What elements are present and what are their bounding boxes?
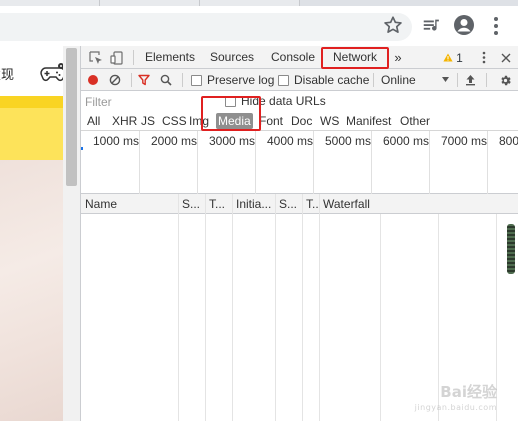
toolbar-separator bbox=[182, 73, 183, 87]
media-filter-highlight bbox=[201, 96, 261, 131]
page-scrollbar-thumb[interactable] bbox=[66, 48, 77, 186]
column-name[interactable]: Name bbox=[85, 194, 177, 214]
toolbar-separator bbox=[373, 73, 374, 87]
column-size[interactable]: S... bbox=[279, 194, 301, 214]
timeline-gridline bbox=[371, 131, 372, 194]
disable-cache-box[interactable] bbox=[278, 74, 289, 86]
tab-sources[interactable]: Sources bbox=[204, 46, 260, 69]
filter-bar: Hide data URLs bbox=[81, 91, 518, 113]
device-toolbar-icon[interactable] bbox=[107, 46, 127, 69]
type-css[interactable]: CSS bbox=[160, 113, 189, 129]
site-photo bbox=[0, 160, 63, 421]
type-all[interactable]: All bbox=[85, 113, 102, 129]
request-table-scrollbar-thumb[interactable] bbox=[507, 224, 515, 274]
column-waterfall[interactable]: Waterfall bbox=[323, 194, 403, 214]
type-doc[interactable]: Doc bbox=[289, 113, 314, 129]
column-status[interactable]: S... bbox=[182, 194, 204, 214]
search-icon[interactable] bbox=[160, 69, 176, 91]
request-table: Name S... T... Initia... S... T... Water… bbox=[81, 194, 518, 421]
timeline-tick-label: 5000 ms bbox=[325, 134, 372, 148]
toolbar-separator bbox=[131, 73, 132, 87]
type-xhr[interactable]: XHR bbox=[110, 113, 139, 129]
column-divider[interactable] bbox=[302, 194, 303, 421]
type-other[interactable]: Other bbox=[398, 113, 432, 129]
timeline-tick-label: 6000 ms bbox=[383, 134, 430, 148]
request-table-header: Name S... T... Initia... S... T... Water… bbox=[81, 194, 518, 214]
request-table-scrollbar[interactable] bbox=[503, 214, 518, 421]
clear-icon[interactable] bbox=[109, 69, 125, 91]
import-har-icon[interactable] bbox=[465, 69, 481, 91]
banner-stripe bbox=[0, 96, 63, 108]
column-divider[interactable] bbox=[232, 194, 233, 421]
timeline-tick-label: 800 bbox=[499, 134, 518, 148]
preserve-log-label: Preserve log bbox=[207, 73, 275, 87]
star-icon[interactable] bbox=[382, 14, 404, 36]
disable-cache-label: Disable cache bbox=[294, 73, 370, 87]
throttling-value: Online bbox=[381, 73, 416, 87]
timeline-start-marker bbox=[81, 147, 83, 150]
column-divider[interactable] bbox=[178, 194, 179, 421]
column-type[interactable]: T... bbox=[209, 194, 231, 214]
devtools-panel: Elements Sources Console Network » 1 Pre… bbox=[80, 46, 518, 421]
column-divider[interactable] bbox=[205, 194, 206, 421]
throttling-select[interactable]: Online bbox=[381, 69, 453, 91]
media-router-icon[interactable] bbox=[421, 15, 443, 37]
network-settings-icon[interactable] bbox=[499, 69, 515, 91]
timeline-gridline bbox=[197, 131, 198, 194]
site-banner bbox=[0, 96, 63, 160]
site-nav-label[interactable]: 发现 bbox=[0, 64, 14, 83]
type-manifest[interactable]: Manifest bbox=[344, 113, 393, 129]
timeline-gridline bbox=[313, 131, 314, 194]
timeline-gridline bbox=[429, 131, 430, 194]
timeline-gridline bbox=[139, 131, 140, 194]
disable-cache-checkbox[interactable]: Disable cache bbox=[278, 69, 369, 91]
close-icon[interactable] bbox=[499, 46, 513, 69]
timeline-tick-label: 2000 ms bbox=[151, 134, 198, 148]
timeline-tick-label: 1000 ms bbox=[93, 134, 140, 148]
watermark: Bai经验 jingyan.baidu.com bbox=[415, 385, 497, 415]
resource-type-filter: All XHR JS CSS Img Media Font Doc WS Man… bbox=[81, 111, 518, 131]
column-time[interactable]: T... bbox=[306, 194, 320, 214]
type-ws[interactable]: WS bbox=[318, 113, 341, 129]
preserve-log-box[interactable] bbox=[191, 74, 202, 86]
column-divider[interactable] bbox=[319, 194, 320, 421]
timeline-tick-label: 4000 ms bbox=[267, 134, 314, 148]
devtools-menu-icon[interactable] bbox=[477, 46, 491, 69]
tab-separator bbox=[133, 50, 134, 65]
warnings-counter[interactable]: 1 bbox=[442, 46, 464, 69]
preserve-log-checkbox[interactable]: Preserve log bbox=[191, 69, 274, 91]
filter-icon[interactable] bbox=[138, 69, 154, 91]
profile-icon[interactable] bbox=[452, 13, 476, 37]
column-initiator[interactable]: Initia... bbox=[236, 194, 278, 214]
dropdown-arrow-icon bbox=[442, 77, 449, 82]
timeline-tick-label: 7000 ms bbox=[441, 134, 488, 148]
column-divider[interactable] bbox=[275, 194, 276, 421]
browser-toolbar bbox=[0, 6, 518, 46]
page-scrollbar[interactable] bbox=[63, 46, 80, 421]
watermark-url: jingyan.baidu.com bbox=[414, 403, 497, 412]
timeline-gridline bbox=[487, 131, 488, 194]
inspect-element-icon[interactable] bbox=[86, 46, 106, 69]
warnings-count: 1 bbox=[456, 50, 463, 65]
address-bar[interactable] bbox=[0, 13, 412, 41]
more-tabs-button[interactable]: » bbox=[390, 46, 406, 69]
timeline-gridline bbox=[255, 131, 256, 194]
timeline-tick-label: 3000 ms bbox=[209, 134, 256, 148]
toolbar-separator bbox=[486, 73, 487, 87]
type-js[interactable]: JS bbox=[139, 113, 157, 129]
waterfall-gridline bbox=[380, 214, 381, 421]
tab-console[interactable]: Console bbox=[265, 46, 321, 69]
network-toolbar: Preserve log Disable cache Online bbox=[81, 69, 518, 91]
watermark-brand: Bai经验 bbox=[440, 383, 497, 401]
warning-icon bbox=[443, 53, 453, 62]
tab-elements[interactable]: Elements bbox=[140, 46, 200, 69]
toolbar-separator bbox=[457, 73, 458, 87]
type-font[interactable]: Font bbox=[257, 113, 285, 129]
timeline-overview[interactable]: 1000 ms 2000 ms 3000 ms 4000 ms 5000 ms … bbox=[81, 131, 518, 194]
filter-input[interactable] bbox=[85, 94, 199, 110]
record-icon[interactable] bbox=[87, 69, 103, 91]
chrome-menu-icon[interactable] bbox=[486, 14, 506, 38]
network-tab-highlight bbox=[321, 47, 389, 69]
devtools-tab-bar: Elements Sources Console Network » 1 bbox=[81, 46, 518, 69]
